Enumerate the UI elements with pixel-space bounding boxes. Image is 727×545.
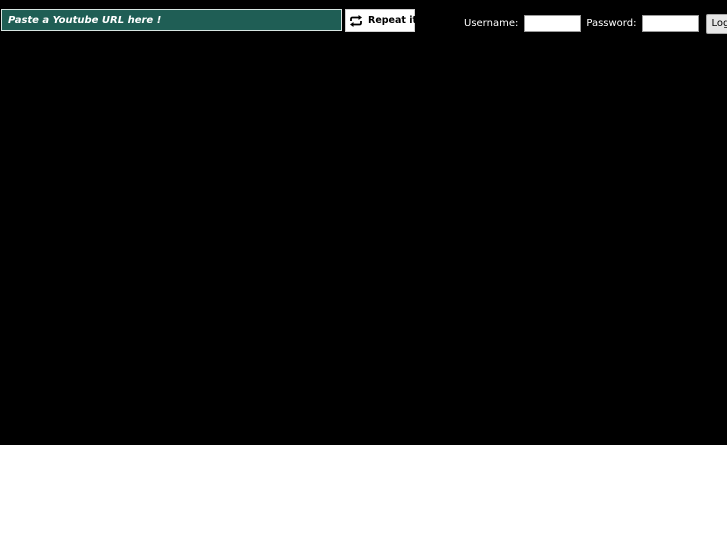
password-label: Password: — [586, 18, 637, 29]
youtube-url-input[interactable] — [1, 9, 342, 31]
username-field[interactable] — [524, 15, 582, 32]
password-field[interactable] — [642, 15, 700, 32]
page-footer-area — [0, 445, 727, 545]
repeat-button-label: Repeat it! — [368, 15, 422, 26]
username-label: Username: — [464, 18, 519, 29]
video-stage: Repeat it! Username: Password: Login — [0, 0, 727, 445]
repeat-icon — [349, 14, 363, 28]
repeat-button[interactable]: Repeat it! — [345, 9, 421, 32]
login-form: Username: Password: Login — [464, 13, 727, 34]
login-button[interactable]: Login — [706, 13, 727, 34]
